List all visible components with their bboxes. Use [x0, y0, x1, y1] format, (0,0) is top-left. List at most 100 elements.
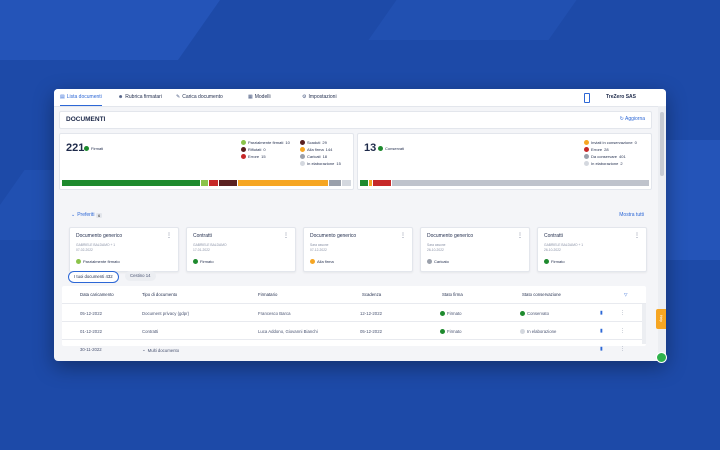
bar-segment — [238, 180, 329, 186]
status-dot — [241, 154, 246, 159]
cell-signer: Luca Addono, Giovanni Bianchi — [258, 329, 318, 334]
legend-item: Rifiutati 0 — [241, 146, 290, 153]
tab-lista-documenti[interactable]: ▤ Lista documenti — [60, 89, 102, 106]
favorite-name: Documento generico — [310, 233, 357, 239]
cell-type-label: Multi documento — [147, 347, 180, 353]
cell-cons-status: In elaborazione — [520, 329, 556, 334]
status-dot — [300, 147, 305, 152]
conserved-label-wrap: Conservati — [378, 146, 404, 151]
refresh-button[interactable]: ↻ Aggiorna — [620, 116, 645, 122]
tab-label: Lista documenti — [66, 93, 102, 100]
favorites-toggle[interactable]: ⌄ Preferiti 6 — [71, 212, 102, 218]
favorite-date: 07-12-2022 — [310, 248, 327, 252]
bar-segment — [329, 180, 341, 186]
bookmark-icon[interactable]: ▮ — [600, 328, 603, 334]
app-window: ▤ Lista documenti ☻ Rubrica firmatari ✎ … — [54, 89, 666, 361]
more-menu-icon[interactable]: ⋮ — [166, 232, 172, 239]
filter-icon[interactable]: ▽ — [624, 292, 627, 298]
cell-type: Document privacy (gdpr) — [142, 311, 190, 316]
bar-segment — [219, 180, 238, 186]
conserved-legend: Inviati in conservazione 0 Errore 28 Da co… — [584, 139, 637, 167]
status-dot — [544, 259, 549, 264]
legend-label: Inviati in conservazione — [591, 140, 633, 145]
chat-icon[interactable] — [656, 352, 667, 363]
favorite-card[interactable]: Documento generico ⋮ Sara assone 07-12-2… — [303, 227, 413, 272]
table-scrollbar[interactable] — [642, 304, 646, 344]
legend-value: 10 — [285, 140, 290, 145]
cell-date: 05-12-2022 — [80, 311, 102, 316]
bar-segment — [360, 180, 369, 186]
help-tab[interactable]: Help — [656, 309, 666, 329]
status-label: Conservato — [527, 311, 549, 316]
favorite-date: 07-02-2022 — [76, 248, 93, 252]
status-dot — [378, 146, 383, 151]
more-menu-icon[interactable]: ⋮ — [517, 232, 523, 239]
column-header[interactable]: Firmatario — [258, 292, 277, 297]
legend-label: Caricati — [307, 154, 321, 159]
more-menu-icon[interactable]: ⋮ — [620, 310, 625, 316]
show-all-link[interactable]: Mostra tutti — [619, 212, 644, 218]
chevron-down-icon[interactable]: ⌄ — [142, 347, 146, 353]
phone-icon — [584, 93, 590, 103]
documents-header: DOCUMENTI ↻ Aggiorna — [59, 111, 652, 129]
legend-item: Scaduti 29 — [300, 139, 341, 146]
tab-impostazioni[interactable]: ⚙ Impostazioni — [302, 89, 337, 106]
bookmark-icon[interactable]: ▮ — [600, 310, 603, 316]
favorite-card[interactable]: Contratti ⋮ GABRIELE BALDAMO + 1 26-10-2… — [537, 227, 647, 272]
legend-label: In elaborazione — [591, 161, 619, 166]
status-dot — [520, 329, 525, 334]
column-header[interactable]: Tipo di documento — [142, 292, 177, 297]
column-header[interactable]: Data caricamento — [80, 292, 114, 297]
company-name[interactable]: TreZero SAS — [606, 89, 636, 106]
scrollbar-thumb[interactable] — [660, 112, 664, 176]
cell-type: Contratti — [142, 329, 159, 334]
favorite-name: Contratti — [544, 233, 563, 239]
cell-due: 05-12-2022 — [360, 329, 382, 334]
cell-due: 12-12-2022 — [360, 311, 382, 316]
legend-item: Inviati in conservazione 0 — [584, 139, 637, 146]
signed-label-wrap: Firmati — [84, 146, 103, 151]
column-header[interactable]: Stato conservazione — [522, 292, 561, 297]
signed-label: Firmati — [91, 146, 104, 151]
favorite-card[interactable]: Documento generico ⋮ Sara assone 26-10-2… — [420, 227, 530, 272]
refresh-icon: ↻ — [619, 116, 624, 122]
more-menu-icon[interactable]: ⋮ — [634, 232, 640, 239]
favorite-status: Caricato — [427, 259, 449, 264]
more-menu-icon[interactable]: ⋮ — [283, 232, 289, 239]
signed-legend-left: Parzialmente firmati 10 Rifiutati 0 Errore… — [241, 139, 290, 160]
column-header[interactable]: Stato firma — [442, 292, 463, 297]
bar-segment — [208, 180, 219, 186]
legend-value: 0 — [634, 140, 637, 145]
favorite-card[interactable]: Contratti ⋮ GABRIELE BALDAMO 17-01-2022 … — [186, 227, 296, 272]
bar-segment — [341, 180, 351, 186]
cell-sign-status: Firmato — [440, 311, 462, 316]
more-menu-icon[interactable]: ⋮ — [620, 346, 625, 352]
tab-carica-documento[interactable]: ✎ Carica documento — [176, 89, 223, 106]
favorite-signer: Sara assone — [310, 243, 329, 247]
status-dot — [427, 259, 432, 264]
status-dot — [241, 140, 246, 145]
conserved-label: Conservati — [385, 146, 405, 151]
legend-value: 28 — [604, 147, 609, 152]
favorite-card[interactable]: Documento generico ⋮ GABRIELE BALDAMO + … — [69, 227, 179, 272]
more-menu-icon[interactable]: ⋮ — [620, 328, 625, 334]
filter-trash[interactable]: Cestino 14 — [125, 271, 156, 281]
users-icon: ☻ — [118, 94, 124, 100]
status-label: Firmato — [447, 311, 462, 316]
filter-all-documents[interactable]: I tuoi documenti 432 — [68, 271, 119, 283]
documents-table: Data caricamento Tipo di documento Firma… — [62, 286, 646, 353]
tab-modelli[interactable]: ▦ Modelli — [248, 89, 271, 106]
more-menu-icon[interactable]: ⋮ — [400, 232, 406, 239]
legend-item: Alla firma 144 — [300, 146, 341, 153]
favorite-date: 26-10-2022 — [427, 248, 444, 252]
tab-rubrica-firmatari[interactable]: ☻ Rubrica firmatari — [118, 89, 162, 106]
favorite-status: Firmato — [193, 259, 214, 264]
table-row[interactable]: 01-12-2022 Contratti Luca Addono, Giovan… — [62, 321, 646, 340]
table-row[interactable]: 30-11-2022 ⌄ Multi documento ▮ ⋮ — [62, 339, 646, 358]
table-row[interactable]: 05-12-2022 Document privacy (gdpr) Franc… — [62, 303, 646, 322]
legend-value: 144 — [325, 147, 333, 152]
column-header[interactable]: Scadenza — [362, 292, 381, 297]
status-label: Firmato — [447, 329, 462, 334]
gear-icon: ⚙ — [302, 94, 307, 100]
bookmark-icon[interactable]: ▮ — [600, 346, 603, 352]
